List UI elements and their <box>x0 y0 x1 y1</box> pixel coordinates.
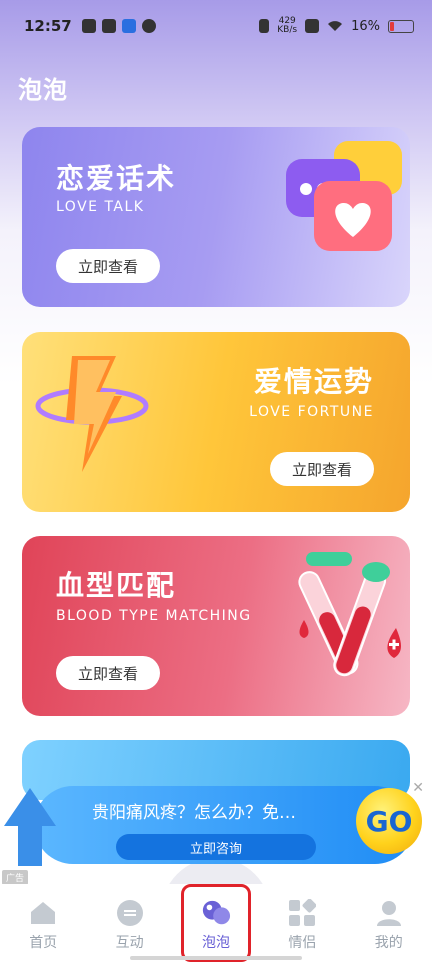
chat-bubbles-illustration <box>286 141 402 251</box>
ad-text: 贵阳痛风疼？怎么办？免… <box>92 803 296 823</box>
tab-couple[interactable]: 情侣 <box>267 898 337 952</box>
grid-icon <box>287 898 317 928</box>
tab-label: 首页 <box>29 935 58 951</box>
bottom-tab-bar: 首页 互动 泡泡 情侣 我的 <box>0 858 432 964</box>
battery-percent: 16% <box>351 18 380 34</box>
close-icon[interactable]: ✕ <box>412 780 424 796</box>
network-speed-unit: KB/s <box>277 25 298 35</box>
page-title: 泡泡 <box>18 76 68 104</box>
card-title: 恋爱话术 <box>56 162 177 195</box>
notification-icon <box>81 19 96 33</box>
ad-tag: 广告 <box>2 870 29 885</box>
lightning-illustration <box>35 356 149 472</box>
card-blood-type[interactable]: 血型匹配 BLOOD TYPE MATCHING 立即查看 <box>22 536 410 716</box>
view-now-button[interactable]: 立即查看 <box>56 249 160 283</box>
status-time: 12:57 <box>24 17 72 35</box>
tab-interact[interactable]: 互动 <box>95 898 165 952</box>
view-now-button[interactable]: 立即查看 <box>270 452 374 486</box>
wifi-icon <box>328 21 343 31</box>
consult-now-button[interactable]: 立即咨询 <box>116 834 316 860</box>
ad-banner[interactable]: 贵阳痛风疼？怎么办？免… 立即咨询 GO ✕ <box>0 778 432 870</box>
app-icon <box>141 19 156 33</box>
home-icon <box>28 898 58 928</box>
card-title: 血型匹配 <box>56 569 177 602</box>
go-button[interactable]: GO <box>356 788 422 854</box>
highlight-box <box>180 884 251 962</box>
vibrate-icon <box>259 19 270 33</box>
card-love-fortune[interactable]: 爱情运势 LOVE FORTUNE 立即查看 <box>22 332 410 512</box>
alipay-icon <box>121 19 136 33</box>
status-bar: 12:57 429 KB/s 16% <box>0 0 432 52</box>
tab-me[interactable]: 我的 <box>354 898 424 952</box>
test-tubes-illustration <box>298 552 401 677</box>
tab-home[interactable]: 首页 <box>8 898 78 952</box>
arrow-icon <box>4 788 56 866</box>
tab-label: 我的 <box>374 935 403 951</box>
card-subtitle: BLOOD TYPE MATCHING <box>56 608 252 624</box>
sim-icon <box>305 19 320 33</box>
view-now-button[interactable]: 立即查看 <box>56 656 160 690</box>
tiktok-icon <box>101 19 116 33</box>
network-speed: 429 KB/s <box>277 17 297 35</box>
user-icon <box>374 898 404 928</box>
card-love-talk[interactable]: 恋爱话术 LOVE TALK 立即查看 <box>22 127 410 307</box>
card-title: 爱情运势 <box>253 365 374 398</box>
home-indicator <box>130 956 302 960</box>
tab-label: 互动 <box>115 935 144 951</box>
card-subtitle: LOVE TALK <box>56 199 145 215</box>
battery-icon <box>388 19 414 33</box>
chat-icon <box>115 898 145 928</box>
tab-label: 情侣 <box>288 935 317 951</box>
tab-bubbles[interactable]: 泡泡 <box>160 858 271 964</box>
card-subtitle: LOVE FORTUNE <box>249 404 374 420</box>
